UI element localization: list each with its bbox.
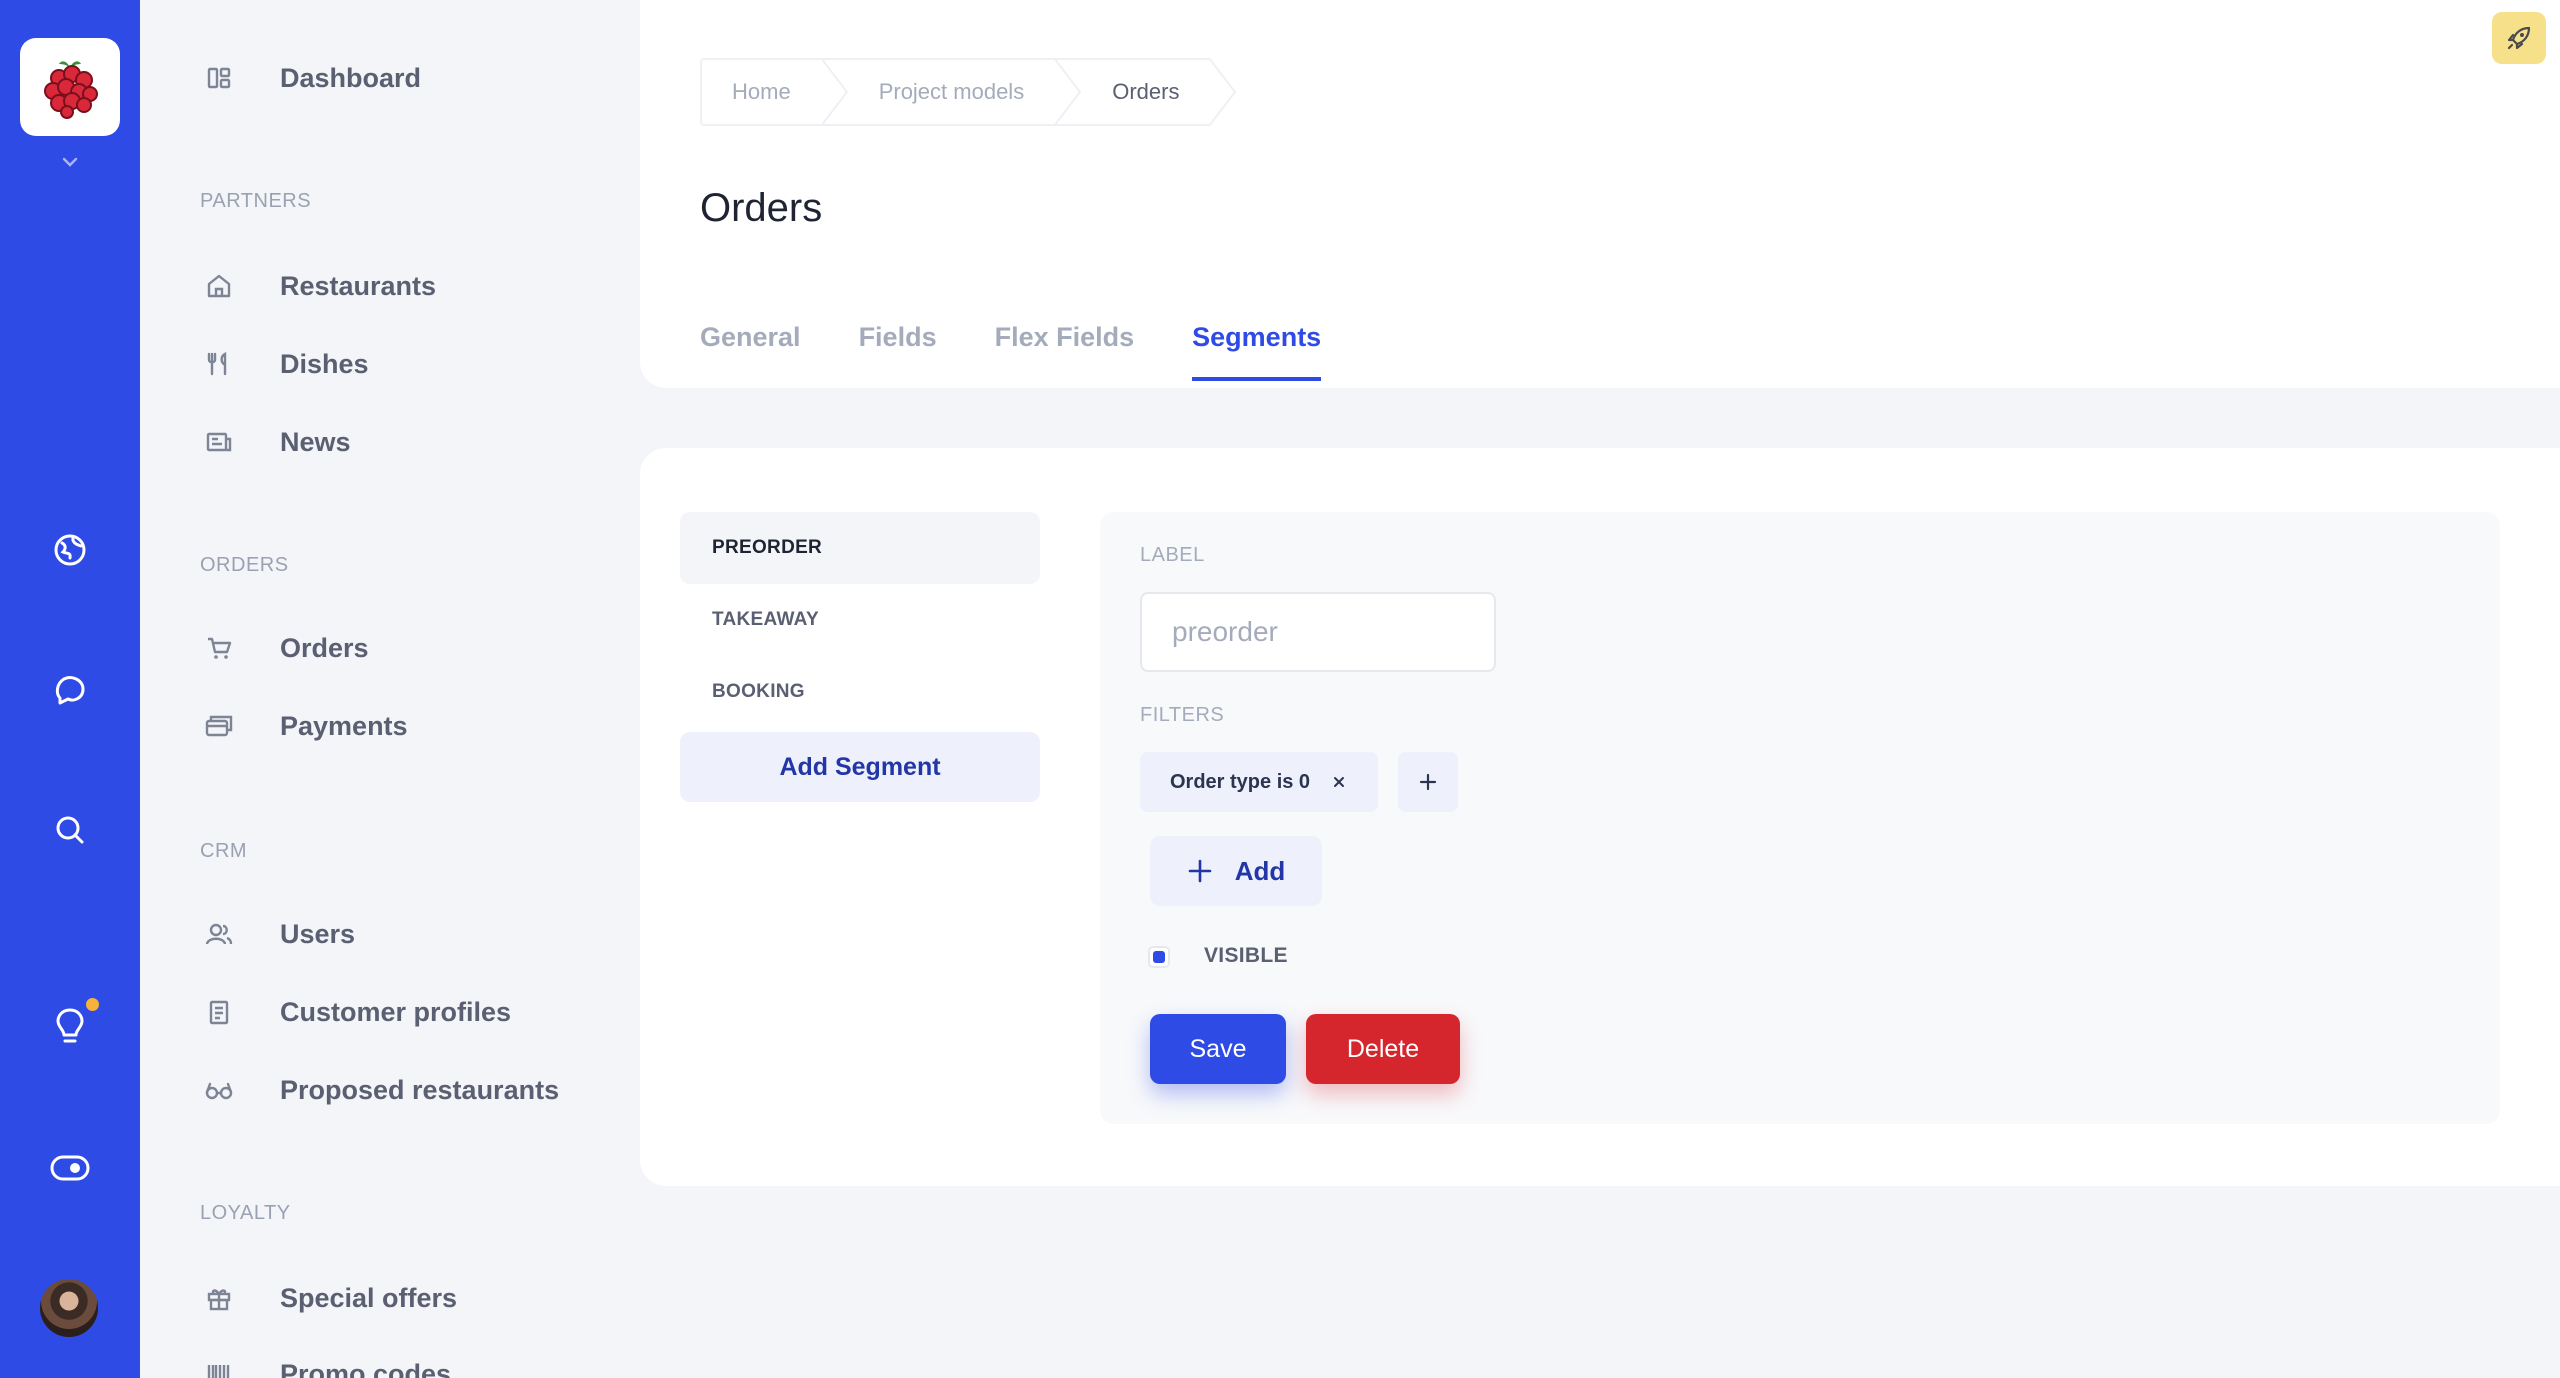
nav-label: Customer profiles — [280, 996, 512, 1027]
checkbox-mark — [1153, 951, 1165, 963]
nav-item-dashboard[interactable]: Dashboard — [202, 54, 421, 102]
user-avatar[interactable] — [38, 1277, 100, 1339]
section-crm: CRM — [200, 840, 248, 862]
visible-label: VISIBLE — [1204, 944, 1288, 967]
app-logo[interactable] — [20, 38, 120, 136]
plus-icon — [1419, 773, 1437, 791]
plus-icon — [1188, 859, 1212, 883]
nav-item-promo-codes[interactable]: Promo codes — [202, 1350, 451, 1378]
section-loyalty: LOYALTY — [200, 1202, 291, 1224]
nav-label: Restaurants — [280, 270, 437, 301]
segment-item-booking[interactable]: BOOKING — [680, 656, 1040, 728]
filters-heading: FILTERS — [1140, 704, 1225, 726]
breadcrumb-chevron-icon — [1209, 58, 1237, 126]
side-navigation: Dashboard PARTNERS Restaurants Dishes Ne… — [140, 0, 640, 1378]
chevron-down-icon[interactable] — [58, 152, 82, 172]
section-orders: ORDERS — [200, 554, 289, 576]
nav-label: Users — [280, 918, 356, 949]
breadcrumb-label: Home — [732, 79, 791, 104]
rocket-icon — [2507, 26, 2531, 50]
app-rail — [0, 0, 140, 1378]
add-segment-button[interactable]: Add Segment — [680, 732, 1040, 802]
nav-item-proposed-restaurants[interactable]: Proposed restaurants — [202, 1066, 559, 1114]
toggle-switch-icon[interactable] — [46, 1144, 94, 1192]
nav-item-orders[interactable]: Orders — [202, 624, 369, 672]
nav-label: Dishes — [280, 348, 369, 379]
nav-label: News — [280, 426, 351, 457]
nav-item-restaurants[interactable]: Restaurants — [202, 262, 436, 310]
segment-form: LABEL FILTERS Order type is 0 Add VISIBL… — [1100, 512, 2500, 1124]
nav-item-news[interactable]: News — [202, 418, 351, 466]
nav-item-special-offers[interactable]: Special offers — [202, 1274, 457, 1322]
add-button[interactable]: Add — [1150, 836, 1322, 906]
label-heading: LABEL — [1140, 544, 1205, 566]
globe-icon[interactable] — [46, 526, 94, 574]
tab-bar: General Fields Flex Fields Segments — [700, 322, 1379, 381]
nav-item-customer-profiles[interactable]: Customer profiles — [202, 988, 511, 1036]
page-header: Home Project models Orders Orders Genera… — [640, 0, 2560, 388]
breadcrumb-label: Orders — [1112, 79, 1180, 104]
breadcrumb-project-models[interactable]: Project models — [820, 58, 1082, 126]
filter-chip[interactable]: Order type is 0 — [1140, 752, 1379, 812]
segments-panel: PREORDER TAKEAWAY BOOKING Add Segment LA… — [640, 448, 2560, 1186]
breadcrumb-home[interactable]: Home — [700, 58, 848, 126]
nav-label: Promo codes — [280, 1358, 452, 1378]
chat-support-icon[interactable] — [46, 666, 94, 714]
visible-checkbox[interactable] — [1148, 946, 1170, 968]
barcode-icon — [202, 1357, 236, 1378]
tab-segments[interactable]: Segments — [1192, 322, 1322, 381]
breadcrumb-chevron-icon — [820, 58, 848, 126]
nav-label: Orders — [280, 632, 369, 663]
newspaper-icon — [202, 425, 236, 459]
tab-flex-fields[interactable]: Flex Fields — [995, 322, 1135, 381]
save-button[interactable]: Save — [1150, 1014, 1286, 1084]
fork-knife-icon — [202, 347, 236, 381]
dashboard-icon — [202, 61, 236, 95]
page-title: Orders — [700, 186, 823, 230]
tab-general[interactable]: General — [700, 322, 801, 381]
tab-fields[interactable]: Fields — [859, 322, 937, 381]
filter-chip-label: Order type is 0 — [1170, 770, 1311, 793]
label-input[interactable] — [1140, 592, 1496, 672]
nav-label: Dashboard — [280, 62, 422, 93]
breadcrumb-label: Project models — [878, 79, 1025, 104]
glasses-icon — [202, 1073, 236, 1107]
breadcrumb: Home Project models Orders — [700, 58, 1237, 126]
store-icon — [202, 269, 236, 303]
nav-item-payments[interactable]: Payments — [202, 702, 408, 750]
breadcrumb-chevron-icon — [1054, 58, 1082, 126]
nav-item-dishes[interactable]: Dishes — [202, 340, 369, 388]
nav-label: Payments — [280, 710, 408, 741]
search-icon[interactable] — [46, 806, 94, 854]
delete-button[interactable]: Delete — [1306, 1014, 1460, 1084]
rocket-button[interactable] — [2492, 12, 2546, 64]
add-filter-button[interactable] — [1398, 752, 1458, 812]
segment-list: PREORDER TAKEAWAY BOOKING Add Segment — [680, 512, 1040, 802]
notification-dot — [86, 998, 99, 1011]
lightbulb-icon[interactable] — [46, 1002, 94, 1050]
close-icon[interactable] — [1330, 773, 1348, 791]
gift-icon — [202, 1281, 236, 1315]
segment-item-preorder[interactable]: PREORDER — [680, 512, 1040, 584]
credit-card-icon — [202, 709, 236, 743]
nav-label: Proposed restaurants — [280, 1074, 560, 1105]
clipboard-icon — [202, 995, 236, 1029]
add-button-label: Add — [1234, 855, 1286, 886]
users-icon — [202, 917, 236, 951]
nav-item-users[interactable]: Users — [202, 910, 355, 958]
raspberry-logo-icon — [44, 61, 98, 119]
section-partners: PARTNERS — [200, 190, 312, 212]
nav-label: Special offers — [280, 1282, 458, 1313]
segment-item-takeaway[interactable]: TAKEAWAY — [680, 584, 1040, 656]
cart-icon — [202, 631, 236, 665]
